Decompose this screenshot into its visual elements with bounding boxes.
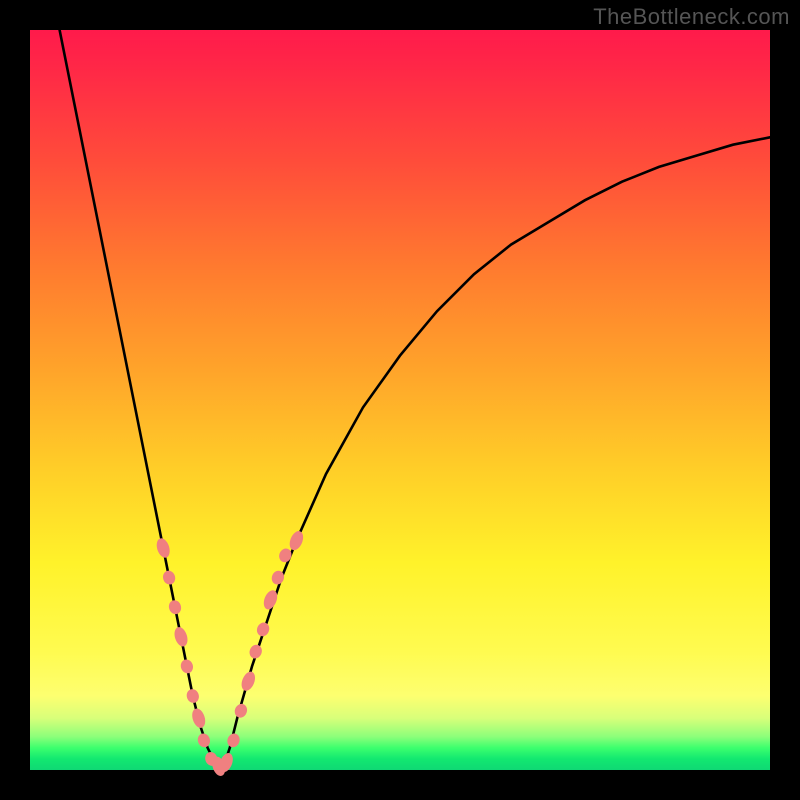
marker (225, 732, 241, 749)
marker (185, 687, 201, 704)
curve-left (60, 30, 223, 770)
chart-frame: TheBottleneck.com (0, 0, 800, 800)
marker (179, 658, 195, 675)
marker (167, 599, 183, 616)
marker (190, 707, 208, 730)
chart-svg (30, 30, 770, 770)
marker (248, 643, 264, 660)
markers-left (154, 537, 227, 778)
marker (154, 537, 172, 560)
markers-right (217, 529, 306, 774)
marker (277, 547, 293, 564)
curve-right (222, 137, 770, 770)
marker (172, 625, 190, 648)
marker (161, 569, 177, 586)
marker (196, 732, 212, 749)
marker (287, 529, 306, 552)
marker (255, 621, 271, 638)
marker (233, 702, 249, 719)
marker (239, 670, 258, 693)
watermark-text: TheBottleneck.com (593, 4, 790, 30)
